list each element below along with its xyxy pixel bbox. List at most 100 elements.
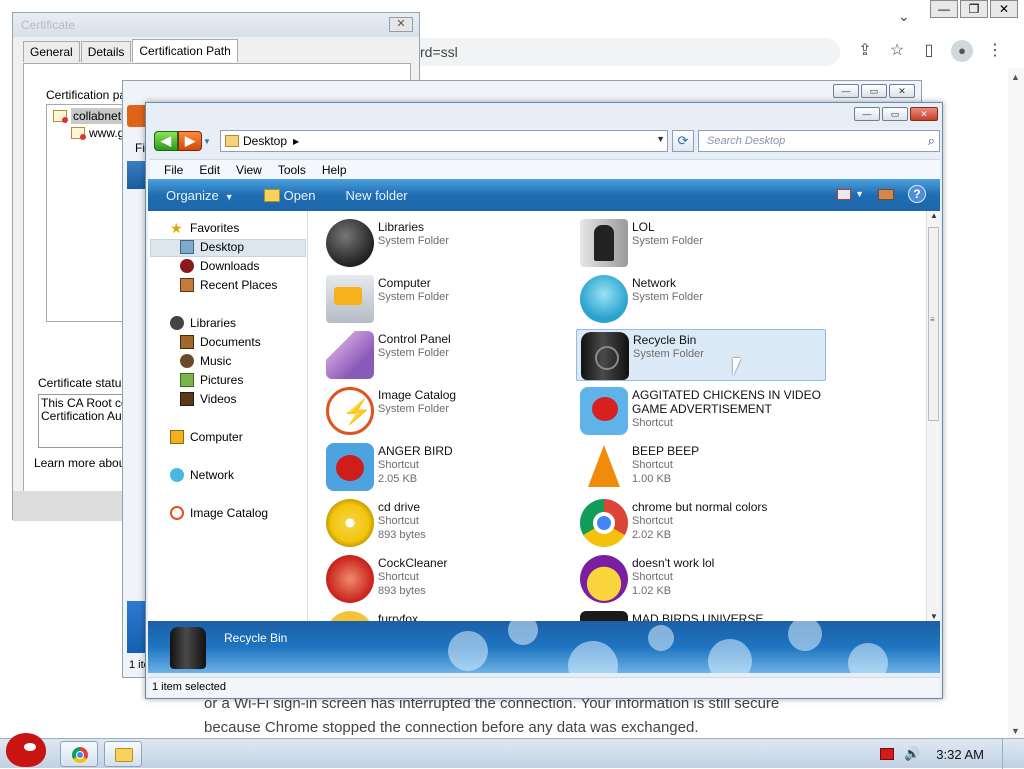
volume-icon[interactable]: 🔊 — [904, 746, 920, 762]
refresh-button[interactable]: ⟳ — [672, 130, 694, 152]
list-item-anger-bird[interactable]: ANGER BIRD Shortcut 2.05 KB — [322, 441, 572, 493]
nav-image-catalog[interactable]: Image Catalog — [170, 506, 268, 520]
menu-bar: File Edit View Tools Help — [150, 159, 940, 179]
preview-pane-icon[interactable] — [878, 188, 894, 200]
nav-network[interactable]: Network — [170, 468, 234, 482]
item-type: System Folder — [632, 235, 703, 247]
taskbar-explorer-button[interactable] — [104, 741, 142, 767]
open-folder-icon — [263, 188, 280, 202]
open-button[interactable]: Open — [263, 188, 315, 203]
item-name: BEEP BEEP — [632, 444, 700, 458]
item-name: chrome but normal colors — [632, 500, 768, 514]
change-view-icon[interactable] — [837, 188, 852, 200]
menu-tools[interactable]: Tools — [270, 160, 314, 179]
tab-general[interactable]: General — [23, 41, 80, 62]
scrollbar-thumb[interactable] — [928, 227, 939, 421]
forward-button[interactable]: ▶ — [178, 131, 202, 151]
bookmark-star-icon[interactable]: ☆ — [887, 40, 907, 62]
list-item-control-panel[interactable]: Control Panel System Folder — [322, 329, 572, 381]
tree-node-child[interactable]: www.g — [71, 126, 124, 140]
back-button[interactable]: ◀ — [154, 131, 178, 151]
scroll-down-arrow-icon[interactable]: ▼ — [930, 612, 938, 621]
search-input[interactable]: Search Desktop ⌕ — [698, 130, 940, 152]
network-icon — [580, 275, 628, 323]
menu-edit[interactable]: Edit — [191, 160, 228, 179]
search-icon[interactable]: ⌕ — [928, 131, 935, 151]
explorer-window-controls: — ▭ ✕ — [854, 107, 938, 121]
list-item-chrome[interactable]: chrome but normal colors Shortcut 2.02 KB — [576, 497, 826, 549]
menu-help[interactable]: Help — [314, 160, 355, 179]
share-icon[interactable]: ⇪ — [855, 40, 875, 62]
learn-more-link[interactable]: Learn more about — [34, 456, 129, 470]
list-item-libraries[interactable]: Libraries System Folder — [322, 217, 572, 269]
star-icon: ★ — [170, 220, 183, 236]
computer-icon — [170, 430, 184, 444]
nav-videos[interactable]: Videos — [180, 392, 236, 406]
list-item-aggitated-chickens[interactable]: AGGITATED CHICKENS IN VIDEO GAME ADVERTI… — [576, 385, 826, 437]
new-folder-button[interactable]: New folder — [345, 188, 407, 203]
file-list-scrollbar[interactable]: ▲ ≡ ▼ — [926, 211, 940, 621]
list-item-network[interactable]: Network System Folder — [576, 273, 826, 325]
taskbar-chrome-button[interactable] — [60, 741, 98, 767]
side-panel-icon[interactable]: ▯ — [919, 40, 939, 62]
maximize-button[interactable]: ▭ — [861, 84, 887, 98]
tab-details[interactable]: Details — [80, 41, 132, 62]
breadcrumb-desktop[interactable]: Desktop — [243, 134, 287, 148]
certificate-close-button[interactable]: ✕ — [389, 17, 413, 32]
close-button[interactable]: ✕ — [910, 107, 938, 121]
scroll-down-arrow-icon[interactable]: ▼ — [1011, 726, 1020, 736]
minimize-button[interactable]: — — [854, 107, 880, 121]
show-desktop-button[interactable] — [1002, 739, 1014, 769]
minimize-button[interactable]: — — [833, 84, 859, 98]
page-scrollbar[interactable]: ▲ ▼ — [1008, 68, 1024, 740]
list-item-recycle-bin[interactable]: Recycle Bin System Folder — [576, 329, 826, 381]
restore-button[interactable]: ❐ — [960, 0, 988, 18]
view-dropdown-icon[interactable]: ▼ — [855, 189, 864, 199]
close-button[interactable]: ✕ — [990, 0, 1018, 18]
maximize-button[interactable]: ▭ — [882, 107, 908, 121]
list-item-cockcleaner[interactable]: CockCleaner Shortcut 893 bytes — [322, 553, 572, 605]
item-size: 893 bytes — [378, 529, 426, 541]
nav-pictures[interactable]: Pictures — [180, 373, 243, 387]
folder-icon — [326, 611, 374, 621]
address-bar[interactable]: rd=ssl — [380, 38, 840, 66]
minimize-button[interactable]: — — [930, 0, 958, 18]
tab-certification-path[interactable]: Certification Path — [132, 39, 238, 62]
organize-dropdown-icon: ▼ — [224, 191, 234, 202]
nav-libraries[interactable]: Libraries — [170, 316, 236, 330]
nav-downloads[interactable]: Downloads — [180, 259, 259, 273]
item-type: System Folder — [378, 347, 449, 359]
address-dropdown-icon[interactable]: ▼ — [656, 134, 665, 144]
nav-music[interactable]: Music — [180, 354, 231, 368]
list-item-cd-drive[interactable]: cd drive Shortcut 893 bytes — [322, 497, 572, 549]
scroll-up-arrow-icon[interactable]: ▲ — [1011, 72, 1020, 82]
list-item-beep-beep[interactable]: BEEP BEEP Shortcut 1.00 KB — [576, 441, 826, 493]
list-item-furryfox[interactable]: furryfox — [322, 609, 572, 621]
file-menu-partial[interactable]: Fi — [135, 141, 145, 155]
more-menu-icon[interactable]: ⋮ — [985, 40, 1005, 62]
nav-documents[interactable]: Documents — [180, 335, 261, 349]
organize-button[interactable]: Organize ▼ — [166, 188, 234, 203]
list-item-computer[interactable]: Computer System Folder — [322, 273, 572, 325]
list-item-lol[interactable]: LOL System Folder — [576, 217, 826, 269]
clock[interactable]: 3:32 AM — [936, 747, 984, 762]
nav-recent-places[interactable]: Recent Places — [180, 278, 277, 292]
list-item-doesnt-work[interactable]: doesn't work lol Shortcut 1.02 KB — [576, 553, 826, 605]
help-icon[interactable]: ? — [908, 185, 926, 203]
start-button[interactable] — [4, 731, 48, 769]
nav-favorites[interactable]: ★ Favorites — [170, 221, 239, 235]
menu-view[interactable]: View — [228, 160, 270, 179]
recent-pages-dropdown-icon[interactable]: ▼ — [202, 131, 212, 151]
close-button[interactable]: ✕ — [889, 84, 915, 98]
breadcrumb-chevron-icon[interactable]: ▶ — [293, 137, 299, 146]
address-bar[interactable]: Desktop ▶ ▼ — [220, 130, 668, 152]
nav-computer[interactable]: Computer — [170, 430, 243, 444]
menu-file[interactable]: File — [156, 160, 191, 179]
action-center-flag-icon[interactable] — [880, 748, 895, 760]
list-item-mad-birds[interactable]: MAD BIRDS UNIVERSE — [576, 609, 826, 621]
nav-desktop[interactable]: Desktop — [180, 240, 244, 254]
tab-search-dropdown[interactable]: ⌄ — [898, 8, 910, 25]
scroll-up-arrow-icon[interactable]: ▲ — [930, 211, 938, 220]
list-item-image-catalog[interactable]: Image CatalogSystem Folder — [322, 385, 572, 437]
profile-avatar[interactable]: ● — [951, 40, 973, 62]
